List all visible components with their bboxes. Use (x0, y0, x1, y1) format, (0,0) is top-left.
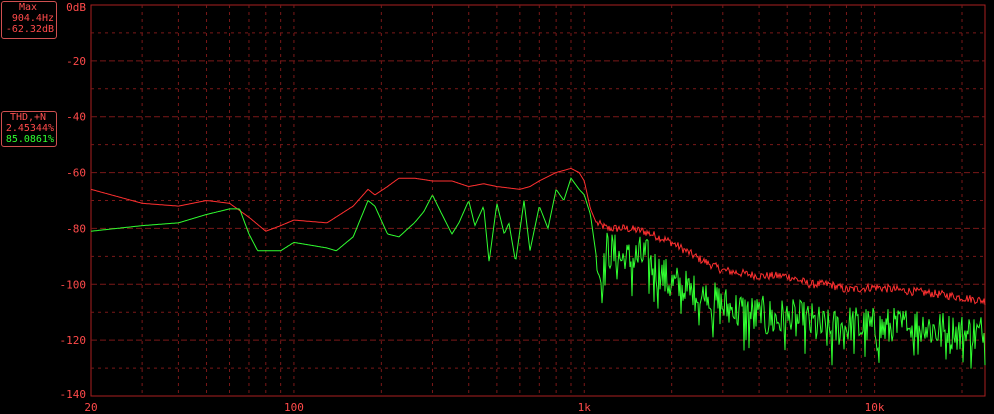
thd-red-value: 2.45344% (5, 123, 54, 134)
x-tick-label: 10k (865, 401, 885, 414)
y-tick-label: -40 (66, 111, 86, 124)
max-frequency: 904.4Hz (11, 13, 54, 24)
y-tick-label: -20 (66, 55, 86, 68)
max-title: Max (18, 2, 38, 13)
x-axis-ticks: 20 100 1k 10k (84, 401, 885, 414)
y-axis-ticks: 0dB -20 -40 -60 -80 -100 -120 -140 (60, 1, 87, 401)
spectrum-chart: 0dB -20 -40 -60 -80 -100 -120 -140 20 100 1k 10k (60, 1, 986, 414)
x-tick-label: 1k (578, 401, 592, 414)
y-tick-label: -60 (66, 167, 86, 180)
y-tick-label: -140 (60, 388, 87, 401)
x-tick-label: 100 (284, 401, 304, 414)
thd-green-value: 85.0861% (5, 134, 54, 145)
max-level: -62.32dB (5, 24, 54, 35)
max-readout-box: Max 904.4Hz -62.32dB (1, 1, 57, 39)
thd-title: THD,+N (9, 112, 47, 123)
y-tick-label: 0dB (66, 1, 86, 14)
y-tick-label: -80 (66, 222, 86, 235)
thd-readout-box: THD,+N 2.45344% 85.0861% (1, 111, 57, 147)
y-tick-label: -120 (60, 334, 87, 347)
x-tick-label: 20 (84, 401, 97, 414)
y-tick-label: -100 (60, 278, 87, 291)
